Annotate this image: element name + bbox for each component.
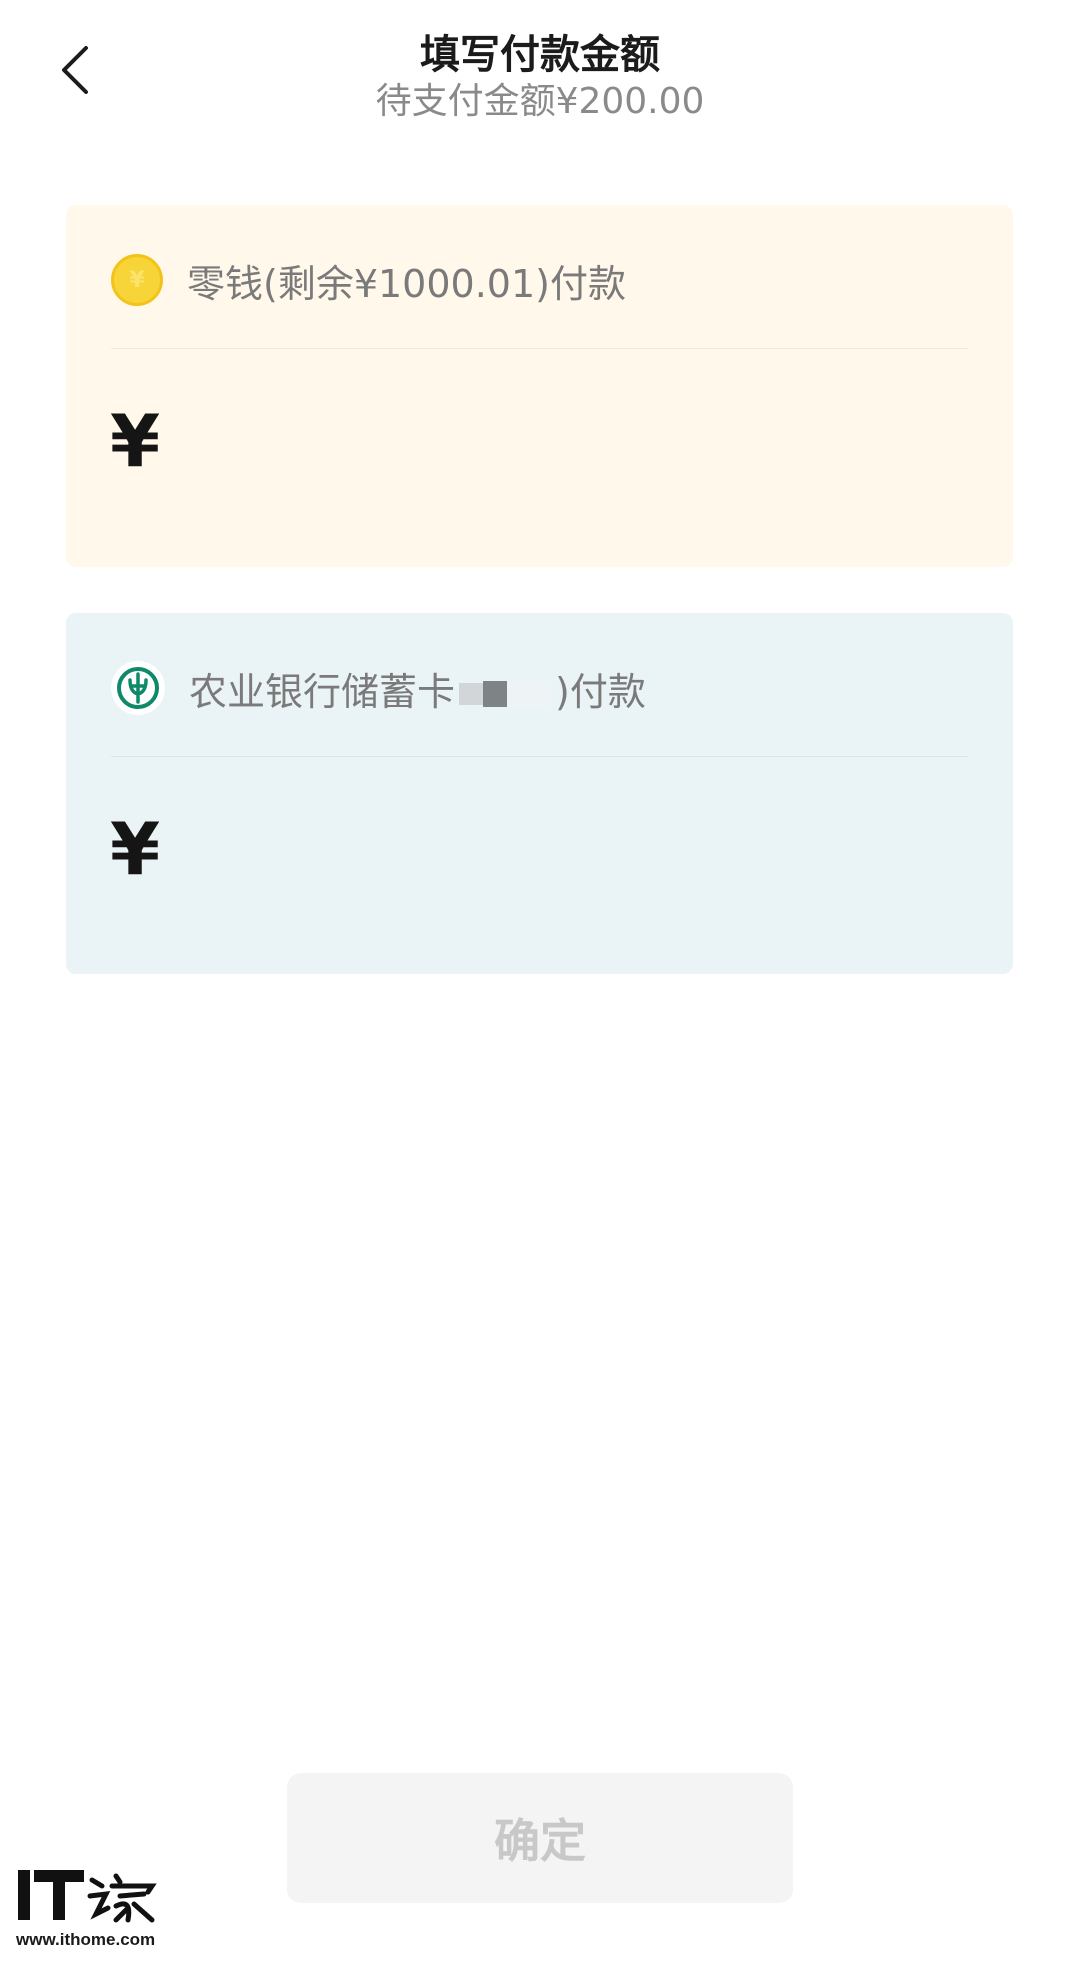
bank-amount-input[interactable] <box>196 813 968 895</box>
bank-logo-icon <box>111 661 165 715</box>
divider <box>111 756 968 757</box>
bank-card-label: 农业银行储蓄卡)付款 <box>189 669 646 714</box>
currency-symbol: ¥ <box>110 807 161 891</box>
change-amount-input[interactable] <box>196 405 968 487</box>
change-payment-card[interactable]: ¥ 零钱(剩余¥1000.01)付款 ¥ <box>66 205 1013 567</box>
currency-symbol: ¥ <box>110 399 161 483</box>
masked-card-number <box>459 681 552 707</box>
change-card-label: 零钱(剩余¥1000.01)付款 <box>187 261 626 306</box>
watermark-url: www.ithome.com <box>16 1930 156 1949</box>
change-card-header: ¥ 零钱(剩余¥1000.01)付款 <box>111 247 626 313</box>
bank-card-header: 农业银行储蓄卡)付款 <box>111 655 646 721</box>
ithome-logo <box>16 1868 176 1926</box>
coin-icon: ¥ <box>111 254 163 306</box>
bank-payment-card[interactable]: 农业银行储蓄卡)付款 ¥ <box>66 613 1013 974</box>
divider <box>111 348 968 349</box>
confirm-button[interactable]: 确定 <box>287 1773 793 1903</box>
amount-due: 待支付金额¥200.00 <box>375 81 705 122</box>
ithome-watermark: www.ithome.com <box>16 1868 176 1950</box>
